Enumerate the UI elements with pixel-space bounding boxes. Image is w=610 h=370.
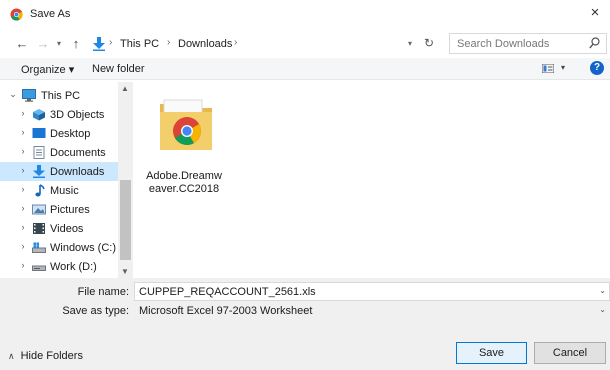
search-placeholder: Search Downloads xyxy=(457,38,550,50)
address-bar[interactable]: › This PC › Downloads › ▾ ↻ xyxy=(88,33,443,54)
file-name-label: Adobe.Dreamweaver.CC2018 xyxy=(146,170,222,195)
nav-label: Documents xyxy=(50,147,106,159)
nav-label: Downloads xyxy=(50,166,105,178)
up-button[interactable]: ↑ xyxy=(70,35,82,53)
search-icon xyxy=(589,37,600,49)
chevron-right-icon[interactable]: › xyxy=(18,222,28,232)
chevron-right-icon[interactable]: › xyxy=(18,127,28,137)
command-bar: Organize ▾ New folder ▾ ? xyxy=(0,58,610,80)
nav-item-desktop[interactable]: › Desktop xyxy=(0,124,118,143)
new-folder-button[interactable]: New folder xyxy=(92,63,145,75)
back-button[interactable]: ← xyxy=(14,35,30,53)
chrome-app-icon xyxy=(10,8,23,21)
chevron-up-icon: ∧ xyxy=(8,351,15,361)
documents-icon xyxy=(33,146,45,159)
nav-label: This PC xyxy=(41,90,81,102)
help-icon[interactable]: ? xyxy=(590,61,604,75)
view-dropdown-icon[interactable]: ▾ xyxy=(561,63,565,72)
chevron-down-icon[interactable]: ⌄ xyxy=(599,305,606,314)
videos-icon xyxy=(33,223,45,234)
nav-item-documents[interactable]: › Documents xyxy=(0,143,118,162)
nav-label: 3D Objects xyxy=(50,109,105,121)
chevron-down-icon[interactable]: ⌄ xyxy=(599,286,606,295)
forward-button[interactable]: → xyxy=(36,35,50,53)
breadcrumb-this-pc[interactable]: This PC xyxy=(120,38,159,50)
cancel-button[interactable]: Cancel xyxy=(534,342,606,364)
nav-label: Pictures xyxy=(50,204,90,216)
nav-label: Videos xyxy=(50,223,84,235)
file-name-label: File name: xyxy=(77,286,129,298)
3d-objects-icon xyxy=(33,109,45,121)
drive-d-icon xyxy=(32,265,46,271)
title-bar: Save As × xyxy=(0,0,610,28)
save-button[interactable]: Save xyxy=(456,342,527,364)
address-dropdown-icon[interactable]: ▾ xyxy=(408,39,412,48)
drive-c-icon xyxy=(32,242,46,253)
recent-locations-button[interactable]: ▾ xyxy=(54,35,64,53)
address-row: ← → ▾ ↑ › This PC › Downloads › ▾ ↻ Sear… xyxy=(0,32,610,56)
save-type-value: Microsoft Excel 97-2003 Worksheet xyxy=(139,305,313,317)
nav-label: Windows (C:) xyxy=(50,242,117,254)
nav-item-pictures[interactable]: › Pictures xyxy=(0,200,118,219)
close-button[interactable]: × xyxy=(580,0,610,28)
music-icon xyxy=(35,184,45,197)
nav-label: Desktop xyxy=(50,128,91,140)
breadcrumb-separator: › xyxy=(167,37,171,48)
nav-item-work-d[interactable]: › Work (D:) xyxy=(0,257,118,276)
downloads-icon xyxy=(33,165,45,178)
scroll-up-icon[interactable]: ▲ xyxy=(121,84,129,93)
organize-button[interactable]: Organize ▾ xyxy=(21,63,74,76)
window-title: Save As xyxy=(30,8,71,20)
nav-label: Music xyxy=(50,185,79,197)
file-item[interactable]: Adobe.Dreamweaver.CC2018 xyxy=(144,92,224,195)
chevron-down-icon[interactable]: ⌄ xyxy=(8,89,18,100)
search-input[interactable]: Search Downloads xyxy=(449,33,607,54)
scroll-thumb[interactable] xyxy=(120,180,131,260)
downloads-arrow-icon xyxy=(93,37,105,51)
view-options-icon[interactable] xyxy=(542,64,554,73)
hide-folders-button[interactable]: ∧ Hide Folders xyxy=(8,350,83,362)
save-form: File name: CUPPEP_REQACCOUNT_2561.xls ⌄ … xyxy=(0,278,610,370)
save-type-label: Save as type: xyxy=(62,305,129,317)
nav-item-windows-c[interactable]: › Windows (C:) xyxy=(0,238,118,257)
navigation-pane: ⌄ This PC › 3D Objects › Desktop › Docum… xyxy=(0,82,133,278)
chevron-right-icon[interactable]: › xyxy=(18,108,28,118)
desktop-icon xyxy=(32,128,46,138)
chrome-folder-icon xyxy=(160,99,212,150)
hide-folders-label: Hide Folders xyxy=(20,350,83,362)
chevron-right-icon[interactable]: › xyxy=(18,165,28,175)
nav-item-downloads[interactable]: › Downloads xyxy=(0,162,118,181)
breadcrumb-downloads[interactable]: Downloads xyxy=(178,38,232,50)
pictures-icon xyxy=(32,204,46,215)
chevron-right-icon[interactable]: › xyxy=(18,203,28,213)
save-type-select[interactable]: Microsoft Excel 97-2003 Worksheet ⌄ xyxy=(134,301,610,320)
file-name-field[interactable]: CUPPEP_REQACCOUNT_2561.xls ⌄ xyxy=(134,282,610,301)
nav-item-3d-objects[interactable]: › 3D Objects xyxy=(0,105,118,124)
nav-item-videos[interactable]: › Videos xyxy=(0,219,118,238)
navigation-scrollbar[interactable]: ▲ ▼ xyxy=(118,82,133,278)
breadcrumb-separator: › xyxy=(234,37,238,48)
breadcrumb-separator: › xyxy=(109,37,113,48)
chevron-right-icon[interactable]: › xyxy=(18,241,28,251)
chevron-right-icon[interactable]: › xyxy=(18,184,28,194)
file-name-value: CUPPEP_REQACCOUNT_2561.xls xyxy=(139,286,316,298)
nav-label: Work (D:) xyxy=(50,261,97,273)
refresh-icon[interactable]: ↻ xyxy=(424,36,434,50)
nav-item-music[interactable]: › Music xyxy=(0,181,118,200)
chevron-right-icon[interactable]: › xyxy=(18,260,28,270)
chevron-right-icon[interactable]: › xyxy=(18,146,28,156)
monitor-icon xyxy=(22,89,36,102)
file-list: Adobe.Dreamweaver.CC2018 xyxy=(134,82,610,278)
scroll-down-icon[interactable]: ▼ xyxy=(121,267,129,276)
nav-item-this-pc[interactable]: ⌄ This PC xyxy=(0,86,118,105)
